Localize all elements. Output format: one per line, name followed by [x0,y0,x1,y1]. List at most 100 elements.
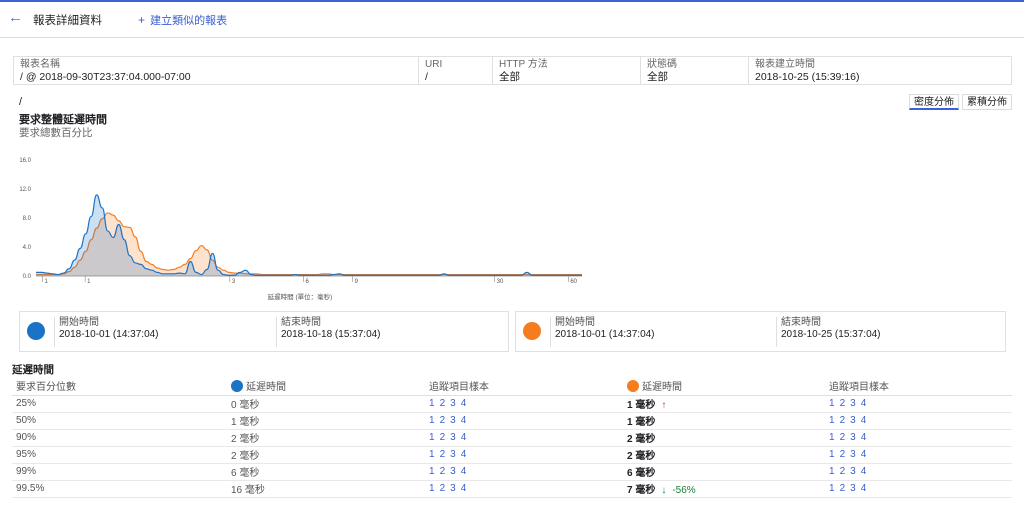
report-created-label: 報表建立時間 [755,59,815,70]
report-info-table: 報表名稱 / @ 2018-09-30T23:37:04.000-07:00 U… [13,56,1012,85]
sample-link[interactable]: 4 [461,449,467,460]
legend-orange-start: 開始時間 2018-10-01 (14:37:04) [550,317,776,347]
samples-b-cell: 1234 [825,463,1012,481]
sample-link[interactable]: 3 [450,483,456,494]
report-created-cell: 報表建立時間 2018-10-25 (15:39:16) [748,57,1011,84]
sample-link[interactable]: 2 [440,449,446,460]
samples-a-cell: 1234 [425,429,623,447]
samples-b-cell: 1234 [825,395,1012,413]
uri-label: URI [425,59,443,70]
report-name-value: / @ 2018-09-30T23:37:04.000-07:00 [20,71,191,83]
sample-link[interactable]: 4 [461,432,467,443]
sample-link[interactable]: 2 [440,432,446,443]
sample-link[interactable]: 3 [850,483,856,494]
sample-link[interactable]: 1 [829,415,835,426]
latency-a-cell: 2 毫秒 [227,446,425,464]
sample-link[interactable]: 3 [450,415,456,426]
sample-link[interactable]: 1 [429,449,435,460]
sample-link[interactable]: 3 [450,449,456,460]
sample-link[interactable]: 1 [429,483,435,494]
percentile-cell: 50% [12,412,227,430]
sample-link[interactable]: 3 [450,432,456,443]
change-percent: -56% [672,485,696,496]
latency-section-title: 延遲時間 [12,364,54,376]
x-axis-label: 延遲時間 (單位：毫秒) [268,292,333,301]
latency-a-header: 延遲時間 [227,376,425,396]
legend-blue-dot [27,322,45,340]
sample-link[interactable]: 2 [840,398,846,409]
end-time-label: 結束時間 [281,317,321,328]
sample-link[interactable]: 3 [850,466,856,477]
latency-b-cell: 2 毫秒 [623,446,825,464]
legend-orange-end: 結束時間 2018-10-25 (15:37:04) [776,317,996,347]
latency-b-cell: 1 毫秒 [623,412,825,430]
sample-link[interactable]: 1 [829,432,835,443]
samples-a-header: 追蹤項目樣本 [425,376,623,396]
x-tick-label: 9 [355,279,359,285]
http-method-label: HTTP 方法 [499,59,548,70]
table-row: 99% 6 毫秒 1 2 3 4 6 毫秒 1 2 3 4 [12,463,1012,481]
sample-link[interactable]: 2 [840,483,846,494]
sample-link[interactable]: 2 [440,466,446,477]
latency-b-value: 2 毫秒 [627,451,656,462]
sample-link[interactable]: 3 [450,398,456,409]
sample-link[interactable]: 4 [461,466,467,477]
sample-link[interactable]: 4 [461,483,467,494]
create-similar-report-button[interactable]: + 建立類似的報表 [138,12,227,28]
sample-link[interactable]: 2 [440,398,446,409]
back-arrow-icon[interactable]: ← [8,10,23,25]
latency-b-label: 延遲時間 [642,381,682,393]
report-name-label: 報表名稱 [20,59,60,70]
percentile-cell: 99.5% [12,480,227,498]
sample-link[interactable]: 1 [829,398,835,409]
sample-link[interactable]: 4 [861,466,867,477]
y-tick-label: 16.0 [19,158,31,164]
sample-link[interactable]: 2 [840,415,846,426]
sample-link[interactable]: 2 [440,483,446,494]
start-time-value: 2018-10-01 (14:37:04) [59,329,159,340]
sample-link[interactable]: 2 [840,466,846,477]
cumulative-toggle-button[interactable]: 累積分佈 [962,94,1012,110]
latency-table-header: 要求百分位數 延遲時間 追蹤項目樣本 延遲時間 追蹤項目樣本 [12,376,1012,396]
sample-link[interactable]: 4 [861,483,867,494]
latency-a-cell: 16 毫秒 [227,480,425,498]
latency-b-cell: 7 毫秒 ↓ -56% [623,480,825,498]
sample-link[interactable]: 2 [440,415,446,426]
sample-link[interactable]: 1 [829,483,835,494]
latency-b-value: 2 毫秒 [627,434,656,445]
sample-link[interactable]: 3 [850,415,856,426]
sample-link[interactable]: 3 [850,432,856,443]
sample-link[interactable]: 1 [429,432,435,443]
sample-link[interactable]: 1 [429,466,435,477]
latency-distribution-chart: 0.0 4.0 8.0 12.0 16.0 1 1 3 6 9 30 60 延遲時間 (單位：毫秒) [19,158,582,301]
sample-link[interactable]: 4 [861,449,867,460]
header-bar: ← 報表詳細資料 + 建立類似的報表 [0,2,1024,38]
plus-icon: + [138,13,146,27]
x-tick-label: 1 [87,279,91,285]
legend-blue-end: 結束時間 2018-10-18 (15:37:04) [276,317,496,347]
sample-link[interactable]: 4 [461,398,467,409]
sample-link[interactable]: 4 [461,415,467,426]
samples-b-cell: 1234 [825,480,1012,498]
sample-link[interactable]: 3 [850,398,856,409]
create-similar-report-label: 建立類似的報表 [150,15,228,27]
sample-link[interactable]: 1 [829,466,835,477]
sample-link[interactable]: 2 [840,432,846,443]
sample-link[interactable]: 1 [829,449,835,460]
latency-b-header: 延遲時間 [623,376,825,396]
http-method-value: 全部 [499,71,520,83]
sample-link[interactable]: 4 [861,398,867,409]
sample-link[interactable]: 4 [861,415,867,426]
start-time-label: 開始時間 [555,317,595,328]
samples-b-cell: 1234 [825,429,1012,447]
status-code-value: 全部 [647,71,668,83]
density-toggle-button[interactable]: 密度分佈 [909,94,959,110]
percentile-cell: 99% [12,463,227,481]
sample-link[interactable]: 1 [429,415,435,426]
samples-b-header: 追蹤項目樣本 [825,376,1012,396]
sample-link[interactable]: 1 [429,398,435,409]
sample-link[interactable]: 3 [450,466,456,477]
sample-link[interactable]: 2 [840,449,846,460]
sample-link[interactable]: 3 [850,449,856,460]
sample-link[interactable]: 4 [861,432,867,443]
